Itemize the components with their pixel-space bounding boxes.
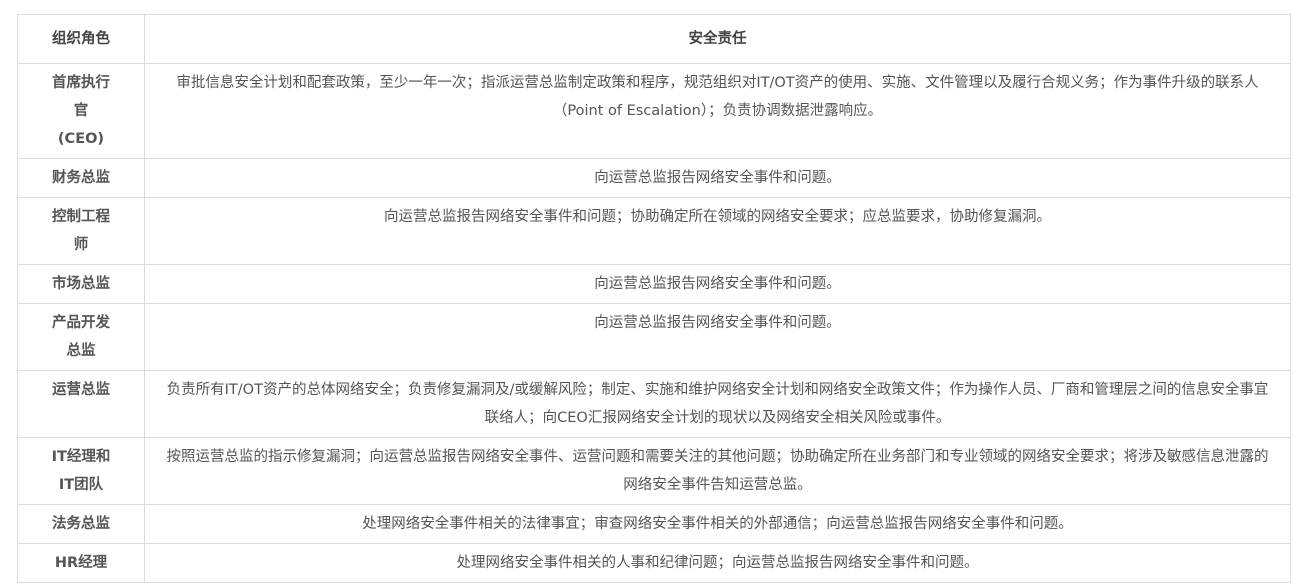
header-responsibility: 安全责任: [144, 14, 1291, 64]
duty-cell: 处理网络安全事件相关的人事和纪律问题；向运营总监报告网络安全事件和问题。: [144, 543, 1291, 583]
header-role: 组织角色: [17, 14, 145, 64]
duty-cell: 向运营总监报告网络安全事件和问题。: [144, 303, 1291, 371]
table-row: HR经理 处理网络安全事件相关的人事和纪律问题；向运营总监报告网络安全事件和问题…: [17, 543, 1291, 583]
role-line: 总监: [66, 343, 96, 359]
role-line: IT团队: [58, 477, 104, 493]
role-line: 产品开发: [52, 315, 110, 331]
role-line: 师: [73, 237, 89, 253]
role-ceo-line3: (CEO): [57, 131, 105, 147]
table-row: 首席执行 官 (CEO) 审批信息安全计划和配套政策，至少一年一次；指派运营总监…: [17, 63, 1291, 159]
responsibility-table: 组织角色 安全责任 首席执行 官 (CEO) 审批信息安全计划和配套政策，至少一…: [17, 14, 1291, 583]
role-ceo-line1: 首席执行: [52, 75, 110, 91]
role-ceo-line2: 官: [73, 103, 89, 119]
table-row: IT经理和 IT团队 按照运营总监的指示修复漏洞；向运营总监报告网络安全事件、运…: [17, 437, 1291, 505]
role-cell: 控制工程 师: [17, 197, 145, 265]
table-row: 市场总监 向运营总监报告网络安全事件和问题。: [17, 264, 1291, 304]
duty-cell: 按照运营总监的指示修复漏洞；向运营总监报告网络安全事件、运营问题和需要关注的其他…: [144, 437, 1291, 505]
role-cell: HR经理: [17, 543, 145, 583]
table-row: 法务总监 处理网络安全事件相关的法律事宜；审查网络安全事件相关的外部通信；向运营…: [17, 504, 1291, 544]
role-cell: 产品开发 总监: [17, 303, 145, 371]
role-cell: 法务总监: [17, 504, 145, 544]
table-row: 财务总监 向运营总监报告网络安全事件和问题。: [17, 158, 1291, 198]
role-cell: 运营总监: [17, 370, 145, 438]
duty-cell: 向运营总监报告网络安全事件和问题。: [144, 264, 1291, 304]
duty-cell: 审批信息安全计划和配套政策，至少一年一次；指派运营总监制定政策和程序，规范组织对…: [144, 63, 1291, 159]
role-cell: 市场总监: [17, 264, 145, 304]
role-cell: 财务总监: [17, 158, 145, 198]
table-row: 产品开发 总监 向运营总监报告网络安全事件和问题。: [17, 303, 1291, 371]
role-line: 控制工程: [52, 209, 110, 225]
duty-cell: 向运营总监报告网络安全事件和问题；协助确定所在领域的网络安全要求；应总监要求，协…: [144, 197, 1291, 265]
duty-cell: 向运营总监报告网络安全事件和问题。: [144, 158, 1291, 198]
table-header-row: 组织角色 安全责任: [17, 14, 1291, 64]
role-cell: IT经理和 IT团队: [17, 437, 145, 505]
responsibility-table-container: 组织角色 安全责任 首席执行 官 (CEO) 审批信息安全计划和配套政策，至少一…: [17, 14, 1291, 583]
table-row: 运营总监 负责所有IT/OT资产的总体网络安全；负责修复漏洞及/或缓解风险；制定…: [17, 370, 1291, 438]
table-row: 控制工程 师 向运营总监报告网络安全事件和问题；协助确定所在领域的网络安全要求；…: [17, 197, 1291, 265]
duty-cell: 负责所有IT/OT资产的总体网络安全；负责修复漏洞及/或缓解风险；制定、实施和维…: [144, 370, 1291, 438]
role-line: IT经理和: [51, 449, 111, 465]
role-cell: 首席执行 官 (CEO): [17, 63, 145, 159]
duty-cell: 处理网络安全事件相关的法律事宜；审查网络安全事件相关的外部通信；向运营总监报告网…: [144, 504, 1291, 544]
